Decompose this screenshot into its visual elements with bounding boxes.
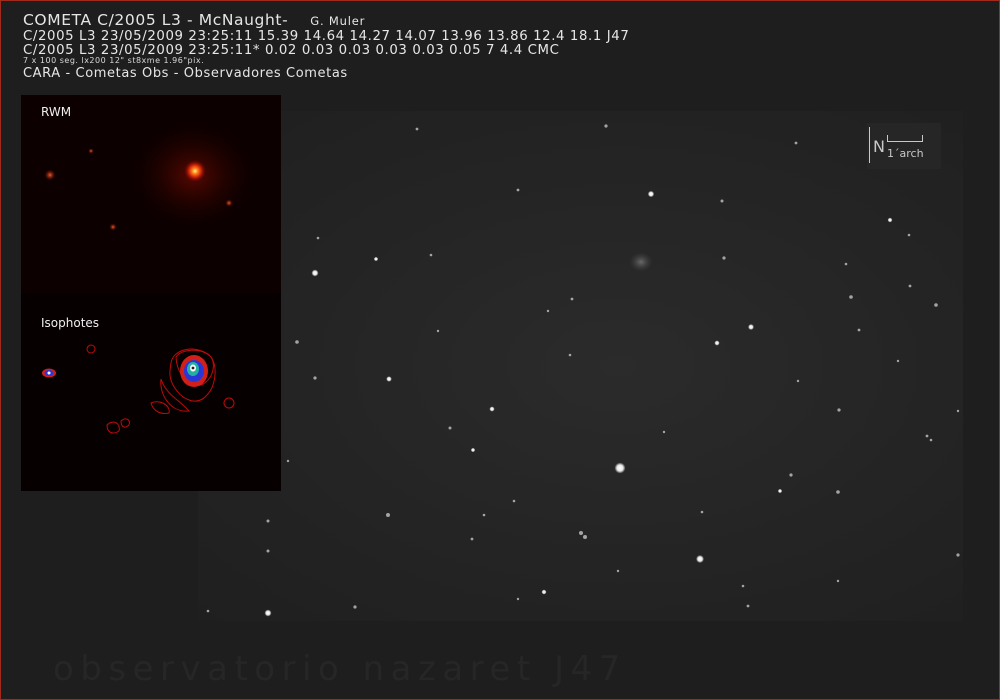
- star: [887, 217, 893, 223]
- star: [700, 510, 704, 514]
- group-credit: CARA - Cometas Obs - Observadores Cometa…: [23, 66, 348, 81]
- inset-graphics: [21, 95, 281, 491]
- star: [541, 589, 547, 595]
- star: [386, 513, 390, 517]
- star: [386, 376, 392, 382]
- isophote-center: [191, 366, 195, 370]
- star: [266, 519, 270, 523]
- star: [741, 584, 745, 588]
- star: [789, 473, 793, 477]
- star: [720, 199, 724, 203]
- photometry-line: C/2005 L3 23/05/2009 23:25:11 15.39 14.6…: [23, 29, 630, 44]
- star: [748, 324, 754, 330]
- star-field: [206, 124, 960, 617]
- star: [568, 353, 572, 357]
- star: [796, 379, 800, 383]
- rwm-star: [109, 223, 117, 231]
- star: [579, 531, 583, 535]
- star: [264, 609, 272, 617]
- star: [489, 406, 495, 412]
- star: [286, 459, 290, 463]
- star: [570, 297, 574, 301]
- star: [908, 284, 912, 288]
- star: [448, 426, 452, 430]
- rwm-label: RWM: [41, 105, 72, 119]
- scale-bar: [887, 135, 923, 142]
- rwm-star: [88, 148, 94, 154]
- star: [956, 409, 960, 413]
- star: [934, 303, 938, 307]
- star: [844, 262, 848, 266]
- exposure-info: 7 x 100 seg. lx200 12" st8xme 1.96"pix.: [23, 56, 205, 65]
- star: [512, 499, 516, 503]
- star: [516, 188, 520, 192]
- star: [836, 490, 840, 494]
- star: [896, 359, 900, 363]
- star: [837, 408, 841, 412]
- star: [353, 605, 357, 609]
- star: [436, 329, 440, 333]
- star: [470, 537, 474, 541]
- star: [614, 462, 626, 474]
- rwm-comet-nucleus: [183, 159, 207, 183]
- star: [696, 555, 704, 563]
- north-arrow-icon: [869, 127, 870, 163]
- rwm-star: [44, 169, 56, 181]
- star: [616, 569, 620, 573]
- star: [929, 438, 933, 442]
- isophotes-label: Isophotes: [41, 316, 100, 330]
- star: [956, 553, 960, 557]
- star: [836, 579, 840, 583]
- star: [546, 309, 550, 313]
- isophote-star-core: [47, 371, 51, 375]
- star: [415, 127, 419, 131]
- star: [794, 141, 798, 145]
- star-field-image: [198, 111, 963, 621]
- comet-coma: [629, 252, 653, 272]
- observatory-watermark: observatorio nazaret J47: [53, 649, 627, 689]
- star: [373, 256, 379, 262]
- star: [662, 430, 666, 434]
- star: [206, 609, 210, 613]
- star: [429, 253, 433, 257]
- title-line: COMETA C/2005 L3 - McNaught- G. Muler: [23, 11, 366, 29]
- star: [925, 434, 929, 438]
- star: [583, 535, 587, 539]
- star: [849, 295, 853, 299]
- north-label: N: [873, 137, 885, 156]
- star: [295, 340, 299, 344]
- star: [470, 447, 476, 453]
- star: [313, 376, 317, 380]
- star: [482, 513, 486, 517]
- star: [316, 236, 320, 240]
- star: [311, 269, 319, 277]
- star: [266, 549, 270, 553]
- rwm-star: [225, 199, 233, 207]
- star: [857, 328, 861, 332]
- star: [746, 604, 750, 608]
- star: [777, 488, 783, 494]
- scale-label: 1´arch: [887, 147, 924, 160]
- scale-indicator: N 1´arch: [867, 123, 941, 169]
- star: [907, 233, 911, 237]
- star: [516, 597, 520, 601]
- comet-inset: RWM Isophotes: [21, 95, 281, 491]
- star: [604, 124, 608, 128]
- star: [647, 190, 655, 198]
- star: [714, 340, 720, 346]
- star: [722, 256, 726, 260]
- image-title: COMETA C/2005 L3 - McNaught-: [23, 11, 289, 29]
- author-name: G. Muler: [310, 14, 366, 28]
